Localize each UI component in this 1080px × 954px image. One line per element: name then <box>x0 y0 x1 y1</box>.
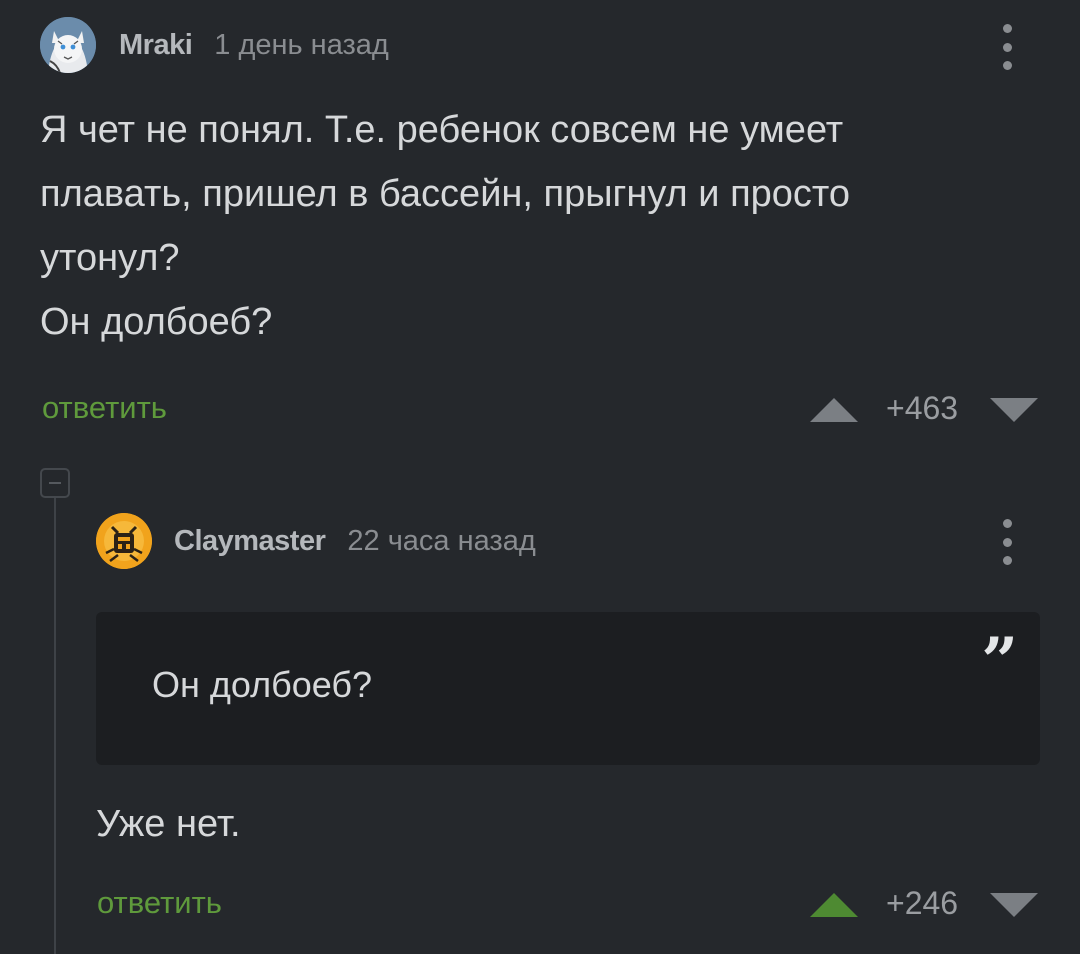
rating-count: +463 <box>886 390 959 426</box>
reply-button[interactable]: ответить <box>42 390 167 426</box>
comment-body-line: Он долбоеб? <box>40 301 273 343</box>
thread-branch-line[interactable] <box>54 498 56 954</box>
orange-emblem-avatar-icon <box>96 513 152 569</box>
comments-page: Mraki 1 день назад Я чет не понял. Т.е. … <box>0 0 1080 954</box>
arrow-down-icon[interactable] <box>988 891 1040 919</box>
reply-body: Уже нет. <box>96 803 241 845</box>
arrow-down-icon[interactable] <box>988 396 1040 424</box>
more-vertical-icon[interactable] <box>997 519 1017 565</box>
rating-count: +246 <box>886 885 959 921</box>
white-tiger-avatar-icon <box>40 17 96 73</box>
arrow-up-icon[interactable] <box>808 396 860 424</box>
comment-timestamp: 1 день назад <box>214 28 389 61</box>
reply-button[interactable]: ответить <box>97 885 222 921</box>
comment-body-line: утонул? <box>40 237 180 279</box>
reply-timestamp: 22 часа назад <box>347 524 536 557</box>
user-avatar[interactable] <box>96 513 152 569</box>
comment-body: Я чет не понял. Т.е. ребенок совсем не у… <box>40 98 1040 354</box>
reply-username[interactable]: Claymaster <box>174 525 326 558</box>
collapse-thread-button[interactable] <box>40 468 70 498</box>
user-avatar[interactable] <box>40 17 96 73</box>
quote-text: Он долбоеб? <box>152 664 373 705</box>
reply-header: Claymaster 22 часа назад <box>96 512 536 570</box>
comment-body-line: плавать, пришел в бассейн, прыгнул и про… <box>40 173 851 215</box>
quote-block: Он долбоеб? ” <box>96 612 1040 765</box>
arrow-up-icon[interactable] <box>808 891 860 919</box>
comment-username[interactable]: Mraki <box>119 29 193 62</box>
comment-header: Mraki 1 день назад <box>40 16 389 74</box>
comment-body-line: Я чет не понял. Т.е. ребенок совсем не у… <box>40 109 844 151</box>
quote-icon: ” <box>981 624 1018 699</box>
more-vertical-icon[interactable] <box>997 24 1017 70</box>
